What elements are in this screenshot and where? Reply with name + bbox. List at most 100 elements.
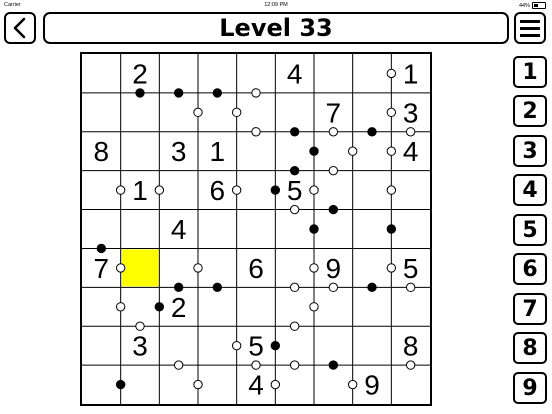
- grid-cell[interactable]: [121, 210, 160, 249]
- number-button-1[interactable]: 1: [513, 56, 547, 88]
- menu-button[interactable]: [514, 12, 546, 44]
- grid-cell[interactable]: [391, 210, 430, 249]
- white-dot: [347, 379, 358, 390]
- number-button-7[interactable]: 7: [513, 293, 547, 325]
- grid-cell[interactable]: [198, 93, 237, 132]
- white-dot: [251, 360, 261, 370]
- black-dot: [96, 243, 107, 254]
- battery-status: 44%: [519, 2, 546, 9]
- grid-cell[interactable]: [314, 326, 353, 365]
- grid-cell[interactable]: [121, 287, 160, 326]
- black-dot: [309, 224, 319, 234]
- level-title: Level 33: [219, 14, 333, 42]
- black-dot: [212, 88, 223, 98]
- black-dot: [270, 340, 281, 351]
- number-button-6[interactable]: 6: [513, 253, 547, 285]
- grid-cell[interactable]: [237, 54, 276, 93]
- grid-cell[interactable]: [353, 210, 392, 249]
- white-dot: [386, 107, 397, 118]
- cell-digit: 6: [210, 175, 226, 206]
- grid-cell[interactable]: [353, 326, 392, 365]
- grid-cell[interactable]: [275, 93, 314, 132]
- black-dot: [270, 185, 281, 195]
- black-dot: [386, 224, 397, 234]
- grid-cell[interactable]: [314, 287, 353, 326]
- cell-digit: 4: [171, 214, 187, 245]
- white-dot: [405, 360, 416, 370]
- black-dot: [173, 282, 184, 293]
- grid-cell[interactable]: [198, 248, 237, 287]
- grid-cell[interactable]: [159, 365, 198, 404]
- grid-cell[interactable]: [198, 287, 237, 326]
- white-dot: [154, 185, 165, 195]
- grid-cell[interactable]: [198, 210, 237, 249]
- grid-cell[interactable]: [275, 326, 314, 365]
- grid-cell[interactable]: [237, 287, 276, 326]
- grid-cell[interactable]: [198, 326, 237, 365]
- grid-cell[interactable]: [82, 171, 121, 210]
- grid-cell[interactable]: [82, 287, 121, 326]
- grid-cell[interactable]: [198, 365, 237, 404]
- grid-cell[interactable]: [391, 365, 430, 404]
- white-dot: [289, 282, 300, 293]
- grid-cell[interactable]: [314, 365, 353, 404]
- back-button[interactable]: [4, 12, 36, 44]
- cell-digit: 4: [287, 58, 303, 89]
- grid-cell[interactable]: [275, 132, 314, 171]
- grid-cell[interactable]: [159, 93, 198, 132]
- grid-cell[interactable]: [353, 132, 392, 171]
- grid-cell[interactable]: [391, 171, 430, 210]
- number-button-8[interactable]: 8: [513, 332, 547, 364]
- grid-cell[interactable]: [121, 248, 160, 287]
- grid-cell[interactable]: [159, 54, 198, 93]
- grid-cell[interactable]: [275, 287, 314, 326]
- white-dot: [328, 282, 339, 293]
- grid-cell[interactable]: [82, 210, 121, 249]
- grid-cell[interactable]: [353, 93, 392, 132]
- grid-cell[interactable]: [314, 210, 353, 249]
- grid-cell[interactable]: [275, 365, 314, 404]
- grid-cell[interactable]: [237, 132, 276, 171]
- grid-cell[interactable]: [391, 287, 430, 326]
- grid-cell[interactable]: [237, 93, 276, 132]
- grid-cell[interactable]: [121, 132, 160, 171]
- grid-cell[interactable]: [237, 171, 276, 210]
- white-dot: [173, 360, 184, 370]
- grid-cell[interactable]: [198, 54, 237, 93]
- puzzle-board: 24173831416547695235849: [80, 52, 432, 406]
- grid-cell[interactable]: [314, 54, 353, 93]
- grid-cell[interactable]: [237, 210, 276, 249]
- grid-cell[interactable]: [353, 248, 392, 287]
- number-button-5[interactable]: 5: [513, 214, 547, 246]
- grid-cell[interactable]: [159, 248, 198, 287]
- grid-cell[interactable]: [353, 54, 392, 93]
- white-dot: [405, 282, 416, 293]
- grid-cell[interactable]: [82, 93, 121, 132]
- grid-cell[interactable]: [314, 171, 353, 210]
- status-bar: Carrier 12:09 PM 44%: [0, 0, 552, 10]
- cell-digit: 3: [171, 136, 187, 167]
- grid-cell[interactable]: [353, 287, 392, 326]
- cell-digit: 1: [403, 58, 419, 89]
- black-dot: [173, 88, 184, 98]
- grid-cell[interactable]: [275, 210, 314, 249]
- grid-cell[interactable]: [275, 248, 314, 287]
- black-dot: [212, 282, 223, 293]
- grid-cell[interactable]: [353, 171, 392, 210]
- grid-cell[interactable]: [159, 171, 198, 210]
- grid-cell[interactable]: [82, 326, 121, 365]
- puzzle-grid: 2 4 17 38 3 1 41 6 547 6 9 523 5 84 9: [82, 54, 430, 404]
- number-button-9[interactable]: 9: [513, 372, 547, 404]
- number-button-4[interactable]: 4: [513, 174, 547, 206]
- chevron-left-icon: [13, 17, 26, 39]
- number-button-2[interactable]: 2: [513, 95, 547, 127]
- black-dot: [289, 127, 300, 137]
- white-dot: [193, 379, 203, 390]
- number-button-3[interactable]: 3: [513, 135, 547, 167]
- grid-cell[interactable]: [314, 132, 353, 171]
- grid-cell[interactable]: [121, 365, 160, 404]
- grid-cell[interactable]: [82, 365, 121, 404]
- grid-cell[interactable]: [121, 93, 160, 132]
- grid-cell[interactable]: [82, 54, 121, 93]
- grid-cell[interactable]: [159, 326, 198, 365]
